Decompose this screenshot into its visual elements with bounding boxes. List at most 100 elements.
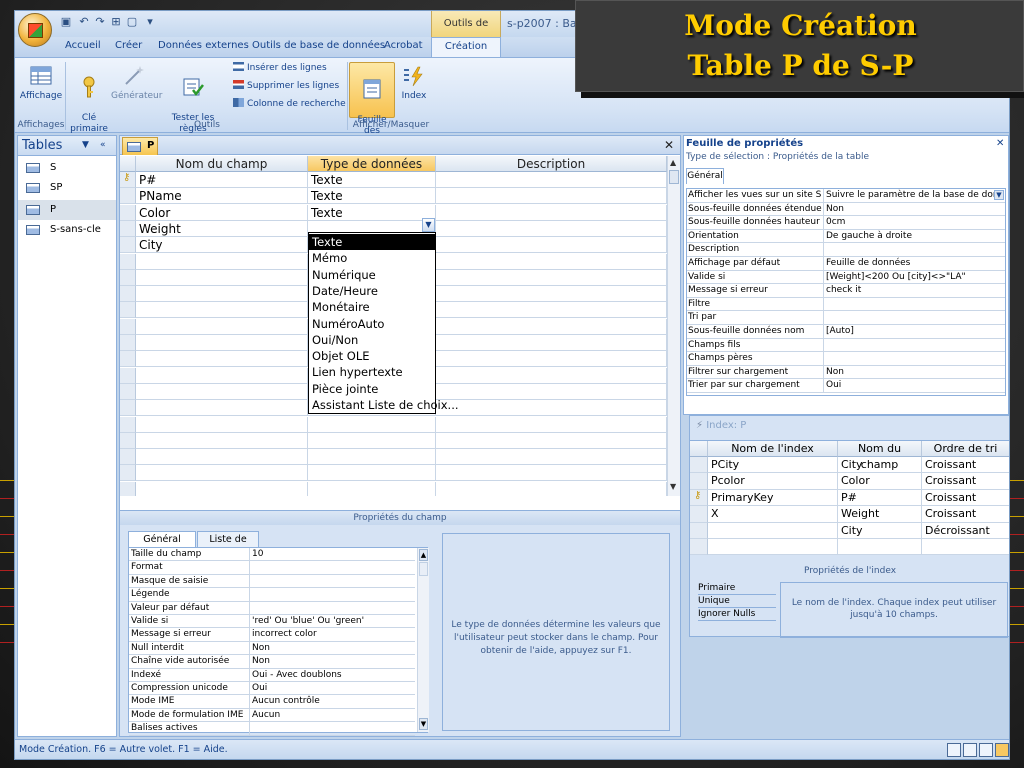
properties-scrollbar[interactable]: ▲ ▼ [417,548,429,732]
scroll-down-icon[interactable]: ▼ [419,718,428,730]
field-cell[interactable] [308,465,436,482]
sheet-property-value[interactable] [823,311,1005,325]
sheet-row[interactable]: Champs pères [687,352,1005,366]
property-row[interactable]: Compression unicode Oui [129,682,415,696]
dropdown-option[interactable]: Objet OLE [309,348,435,364]
dropdown-option[interactable]: Lien hypertexte [309,364,435,380]
scroll-up-icon[interactable]: ▲ [670,158,676,167]
tab-donnees-externes[interactable]: Données externes [158,40,249,51]
design-view-icon[interactable] [995,743,1009,757]
index-cell[interactable]: PrimaryKey [708,489,838,507]
row-selector[interactable] [690,506,708,523]
index-cell[interactable]: Color [838,473,922,490]
field-cell[interactable] [136,286,308,303]
column-header[interactable]: Type de données [308,156,436,172]
field-cell[interactable] [436,432,667,449]
property-value[interactable]: 10 [249,548,415,561]
property-value[interactable]: Oui [249,682,415,695]
field-cell[interactable] [308,432,436,449]
field-cell[interactable] [436,416,667,433]
field-cell[interactable] [436,400,667,417]
tab-liste-choix[interactable]: Liste de choix [197,531,259,561]
index-cell[interactable]: Weight [838,506,922,523]
tab-general[interactable]: Général [128,531,196,548]
field-cell[interactable] [308,481,436,496]
tab-creation[interactable]: Création [431,37,501,57]
sheet-row[interactable]: Affichage par défaut Feuille de données [687,257,1005,271]
sheet-property-value[interactable]: [Auto] [823,325,1005,338]
collapse-icon[interactable]: « [100,140,106,150]
row-selector[interactable] [690,473,708,490]
field-cell[interactable] [436,367,667,384]
generateur-button[interactable]: Générateur [111,64,162,102]
row-selector[interactable] [120,302,136,319]
index-property-row[interactable]: Ignorer Nulls [698,608,776,621]
property-value[interactable]: Oui - Avec doublons [249,668,415,682]
sheet-property-value[interactable] [823,352,1005,366]
new-icon[interactable]: ▢ [125,15,139,29]
sheet-row[interactable]: Valide si [Weight]<200 Ou [city]<>"LA" [687,270,1005,285]
field-cell[interactable] [436,172,667,188]
nav-item-s-sans-cle[interactable]: S-sans-cle [18,220,116,240]
nav-item-sp[interactable]: SP [18,178,116,198]
field-cell[interactable] [136,416,308,433]
sheet-row[interactable]: Message si erreur check it [687,284,1005,298]
row-selector[interactable] [120,220,136,237]
undo-icon[interactable]: ↶ [77,15,91,29]
row-selector[interactable] [690,457,708,474]
design-view-icon[interactable]: ⊞ [109,15,123,29]
field-cell[interactable]: Texte [308,172,436,188]
row-selector[interactable] [120,286,136,303]
row-selector[interactable] [120,432,136,449]
index-cell[interactable] [922,539,1009,556]
row-selector[interactable]: ⚷ [120,172,136,188]
index-property-row[interactable]: Unique [698,595,776,608]
index-cell[interactable]: Croissant [922,457,1009,474]
pivot-table-icon[interactable] [963,743,977,757]
row-selector[interactable] [690,522,708,539]
affichage-button[interactable]: Affichage [19,64,63,102]
sheet-property-value[interactable]: Oui [823,379,1005,393]
row-selector[interactable] [120,367,136,384]
field-cell[interactable] [136,481,308,496]
field-cell[interactable] [136,302,308,319]
property-row[interactable]: Légende [129,588,415,602]
row-selector[interactable] [120,449,136,466]
tab-outils-base[interactable]: Outils de base de données [252,40,385,51]
field-cell[interactable] [436,269,667,286]
dropdown-option[interactable]: Numérique [309,267,435,283]
sheet-row[interactable]: Afficher les vues sur un site Shar Suivre… [687,189,1005,203]
field-cell[interactable] [136,335,308,351]
sheet-property-value[interactable]: [Weight]<200 Ou [city]<>"LA" [823,270,1005,284]
row-selector[interactable] [120,253,136,270]
index-cell[interactable]: Croissant [922,490,1009,507]
tab-general[interactable]: Général [686,168,724,184]
index-button[interactable]: Index [397,64,431,102]
type-dropdown-button[interactable]: ▼ [422,218,435,232]
dropdown-option[interactable]: Mémo [309,250,435,266]
property-row[interactable]: Masque de saisie [129,574,415,589]
index-cell[interactable]: P# [838,489,922,507]
property-value[interactable] [249,722,415,736]
field-cell[interactable] [136,367,308,384]
sheet-property-value[interactable]: Non [823,365,1005,379]
office-button[interactable] [18,13,52,47]
property-value[interactable] [249,601,415,615]
field-cell[interactable] [136,351,308,368]
scroll-down-icon[interactable]: ▼ [670,482,676,491]
index-column-header[interactable]: Ordre de tri [922,441,1009,457]
sheet-row[interactable]: Sous-feuille données étendue Non [687,202,1005,217]
field-cell[interactable] [436,335,667,351]
row-selector[interactable] [120,237,136,254]
index-column-header[interactable]: Nom de l'index [708,441,838,457]
field-cell[interactable] [436,383,667,400]
tab-creer[interactable]: Créer [115,40,142,51]
save-icon[interactable]: ▣ [59,15,73,29]
field-cell[interactable] [436,188,667,205]
nav-header[interactable]: Tables ▼ « [18,136,116,156]
field-cell[interactable]: Texte [308,204,436,221]
supprimer-lignes-button[interactable]: Supprimer les lignes [233,80,339,91]
index-cell[interactable]: City [838,457,922,474]
field-cell[interactable] [136,253,308,270]
property-row[interactable]: Valide si 'red' Ou 'blue' Ou 'green' [129,615,415,629]
